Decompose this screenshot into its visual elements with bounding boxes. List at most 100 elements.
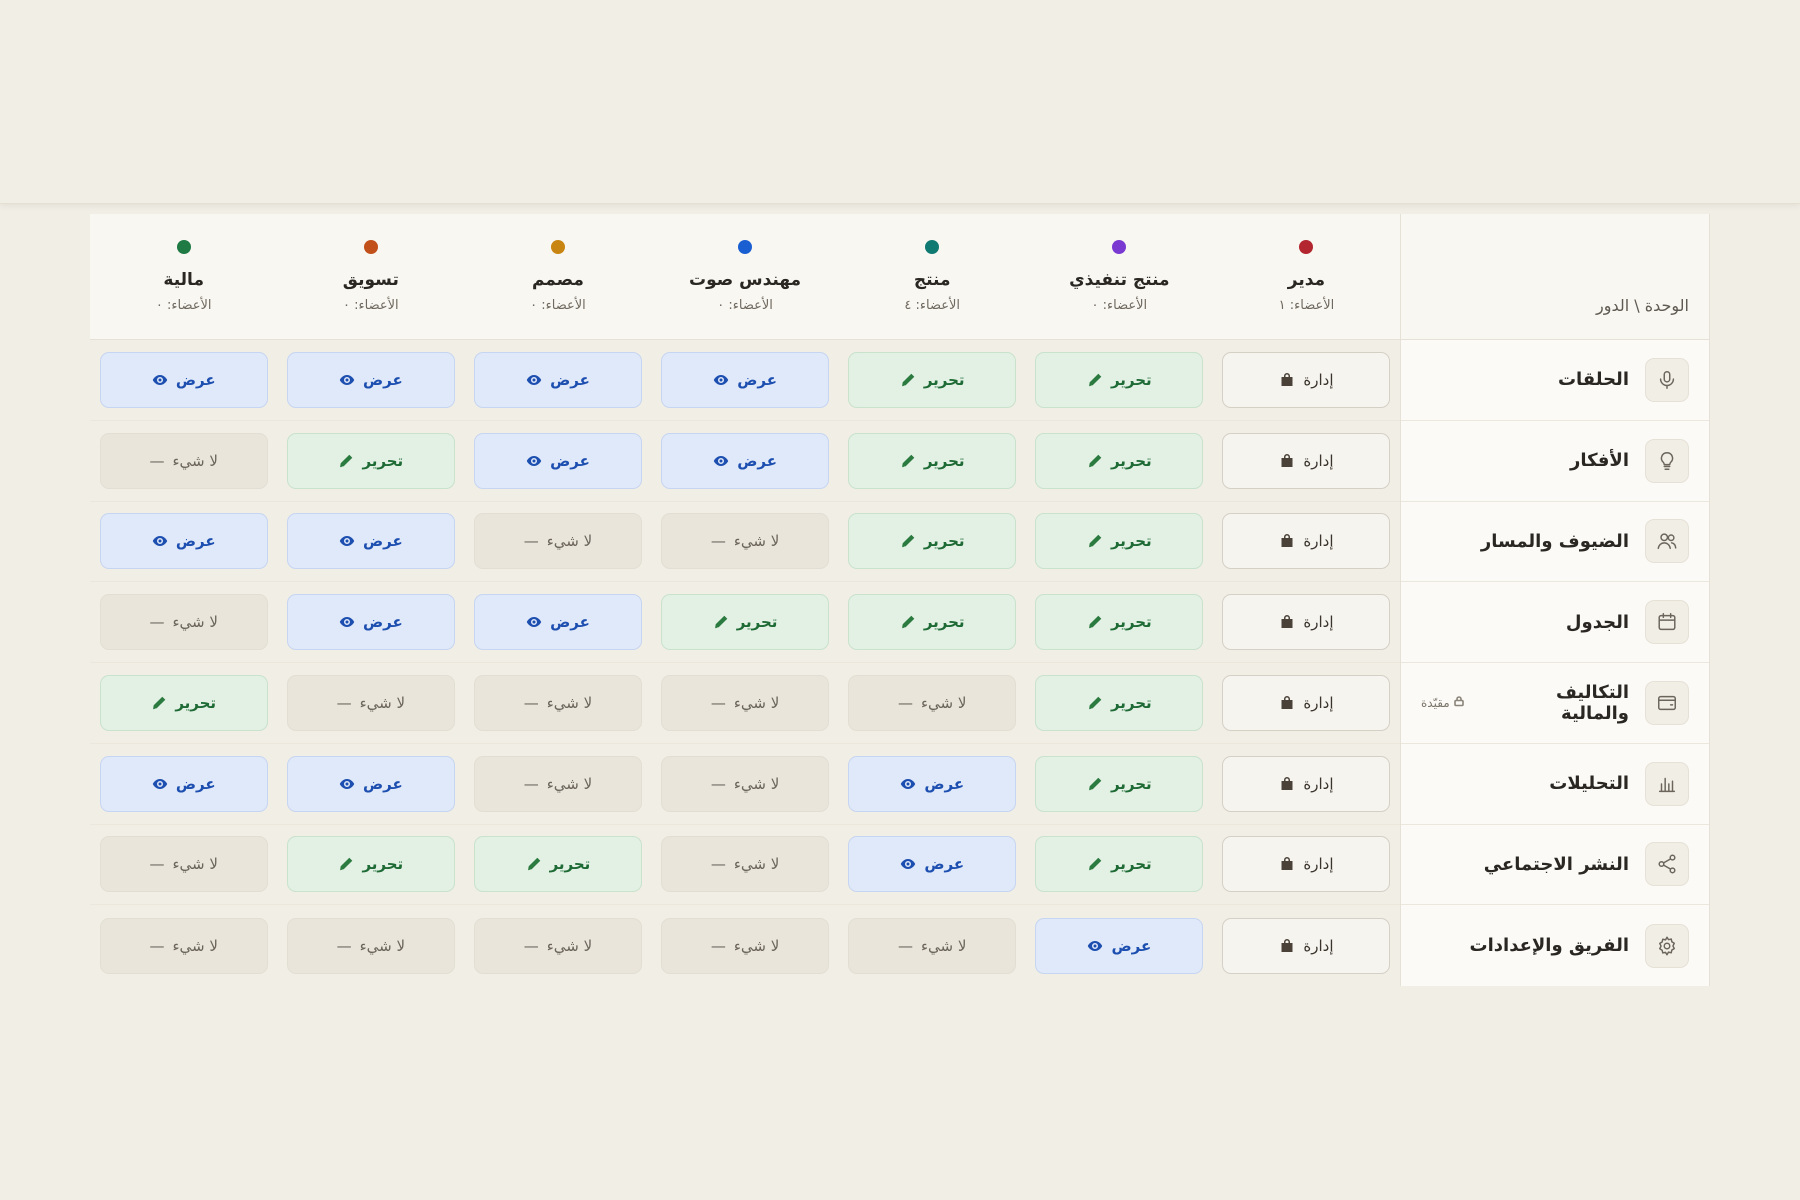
permission-toggle-manage[interactable]: إدارة [1222, 836, 1391, 893]
permission-toggle-none[interactable]: لا شيء — [848, 917, 1017, 974]
permission-toggle-edit[interactable]: تحرير [1035, 755, 1204, 812]
permission-toggle-view[interactable]: عرض [99, 513, 268, 570]
dash-icon: — [710, 532, 726, 551]
permission-toggle-edit[interactable]: تحرير [661, 594, 830, 651]
permission-toggle-manage[interactable]: إدارة [1222, 594, 1391, 651]
permission-toggle-none[interactable]: لا شيء — [99, 594, 268, 651]
top-bar [0, 0, 1800, 204]
unit-row-episodes: الحلقات [1401, 340, 1709, 421]
permission-toggle-none[interactable]: لا شيء — [99, 836, 268, 893]
permission-toggle-view[interactable]: عرض [473, 432, 642, 489]
permission-toggle-view[interactable]: عرض [286, 351, 455, 408]
permission-toggle-edit[interactable]: تحرير [848, 513, 1017, 570]
permission-label: تحرير [1110, 774, 1152, 793]
permission-toggle-none[interactable]: لا شيء — [848, 674, 1017, 731]
permission-toggle-edit[interactable]: تحرير [1035, 351, 1204, 408]
permission-toggle-view[interactable]: عرض [286, 594, 455, 651]
permission-cell: عرض [464, 351, 651, 408]
role-name: مهندس صوت [689, 270, 802, 290]
permission-toggle-edit[interactable]: تحرير [99, 674, 268, 731]
permission-row-costs: إدارة تحرير لا شيء — لا شيء — لا شيء — لا شيء — تح… [90, 663, 1400, 744]
permission-toggle-view[interactable]: عرض [99, 351, 268, 408]
permission-label: لا شيء [172, 613, 218, 632]
permission-cell: عرض [1026, 917, 1213, 974]
users-icon [1645, 519, 1689, 564]
permission-toggle-edit[interactable]: تحرير [1035, 594, 1204, 651]
permission-row-team: إدارة عرض لا شيء — لا شيء — لا شيء — لا شيء — لا ش… [90, 905, 1400, 986]
pencil-icon [900, 372, 916, 388]
permission-toggle-none[interactable]: لا شيء — [473, 513, 642, 570]
permission-label: تحرير [362, 451, 404, 470]
permission-label: لا شيء [359, 936, 406, 955]
permission-cell: تحرير [1026, 836, 1213, 893]
role-member-count: الأعضاء: ٠ [155, 298, 212, 313]
permission-toggle-none[interactable]: لا شيء — [661, 513, 830, 570]
permission-cell: لا شيء — [90, 836, 277, 893]
permission-toggle-manage[interactable]: إدارة [1222, 351, 1391, 408]
role-header-designer: مصمم الأعضاء: ٠ [464, 214, 651, 339]
permission-toggle-none[interactable]: لا شيء — [99, 432, 268, 489]
permission-toggle-edit[interactable]: تحرير [848, 432, 1017, 489]
role-member-count: الأعضاء: ٠ [530, 298, 586, 313]
pencil-icon [900, 533, 916, 549]
permission-toggle-view[interactable]: عرض [473, 594, 642, 651]
permission-toggle-view[interactable]: عرض [661, 432, 830, 489]
permission-toggle-manage[interactable]: إدارة [1222, 674, 1391, 731]
permission-toggle-edit[interactable]: تحرير [1035, 836, 1204, 893]
permission-toggle-view[interactable]: عرض [848, 836, 1017, 893]
permission-label: تحرير [1110, 532, 1152, 551]
permission-toggle-edit[interactable]: تحرير [1035, 432, 1204, 489]
permission-toggle-none[interactable]: لا شيء — [286, 674, 455, 731]
eye-icon [526, 614, 542, 630]
permission-toggle-manage[interactable]: إدارة [1222, 917, 1391, 974]
permission-toggle-manage[interactable]: إدارة [1222, 755, 1391, 812]
permission-toggle-edit[interactable]: تحرير [848, 351, 1017, 408]
permission-label: عرض [175, 532, 216, 551]
permission-toggle-none[interactable]: لا شيء — [473, 674, 642, 731]
permission-toggle-view[interactable]: عرض [286, 755, 455, 812]
permission-toggle-manage[interactable]: إدارة [1222, 432, 1391, 489]
permission-toggle-none[interactable]: لا شيء — [473, 755, 642, 812]
eye-icon [339, 776, 355, 792]
permission-toggle-view[interactable]: عرض [473, 351, 642, 408]
permission-toggle-edit[interactable]: تحرير [286, 836, 455, 893]
permission-toggle-none[interactable]: لا شيء — [661, 836, 830, 893]
permission-label: عرض [924, 855, 965, 874]
permission-toggle-none[interactable]: لا شيء — [661, 917, 830, 974]
permission-cell: عرض [277, 513, 464, 570]
permission-toggle-none[interactable]: لا شيء — [99, 917, 268, 974]
permission-toggle-none[interactable]: لا شيء — [473, 917, 642, 974]
permission-toggle-none[interactable]: لا شيء — [661, 674, 830, 731]
permission-label: إدارة [1303, 855, 1334, 874]
permission-toggle-none[interactable]: لا شيء — [286, 917, 455, 974]
lock-icon [1279, 372, 1295, 388]
permission-toggle-view[interactable]: عرض [286, 513, 455, 570]
permission-label: لا شيء [920, 936, 967, 955]
permission-toggle-none[interactable]: لا شيء — [661, 755, 830, 812]
permission-toggle-edit[interactable]: تحرير [1035, 674, 1204, 731]
permission-label: لا شيء [172, 451, 218, 470]
permission-label: تحرير [923, 532, 965, 551]
permission-label: إدارة [1303, 532, 1334, 551]
role-name: مالية [163, 270, 204, 290]
dash-icon: — [523, 532, 539, 551]
permission-toggle-edit[interactable]: تحرير [473, 836, 642, 893]
role-member-count: الأعضاء: ١ [1278, 298, 1335, 313]
permission-toggle-view[interactable]: عرض [1035, 917, 1204, 974]
permission-toggle-edit[interactable]: تحرير [848, 594, 1017, 651]
permission-label: عرض [175, 370, 216, 389]
permission-toggle-view[interactable]: عرض [99, 755, 268, 812]
permission-toggle-manage[interactable]: إدارة [1222, 513, 1391, 570]
lock-icon [1279, 533, 1295, 549]
permission-cell: تحرير [839, 351, 1026, 408]
pencil-icon [338, 453, 354, 469]
permission-cell: إدارة [1213, 432, 1400, 489]
pencil-icon [1087, 372, 1103, 388]
pencil-icon [526, 856, 542, 872]
permission-label: لا شيء [733, 936, 780, 955]
permission-toggle-view[interactable]: عرض [661, 351, 830, 408]
permission-toggle-edit[interactable]: تحرير [286, 432, 455, 489]
wallet-icon [1645, 680, 1689, 725]
permission-toggle-view[interactable]: عرض [848, 755, 1017, 812]
permission-toggle-edit[interactable]: تحرير [1035, 513, 1204, 570]
